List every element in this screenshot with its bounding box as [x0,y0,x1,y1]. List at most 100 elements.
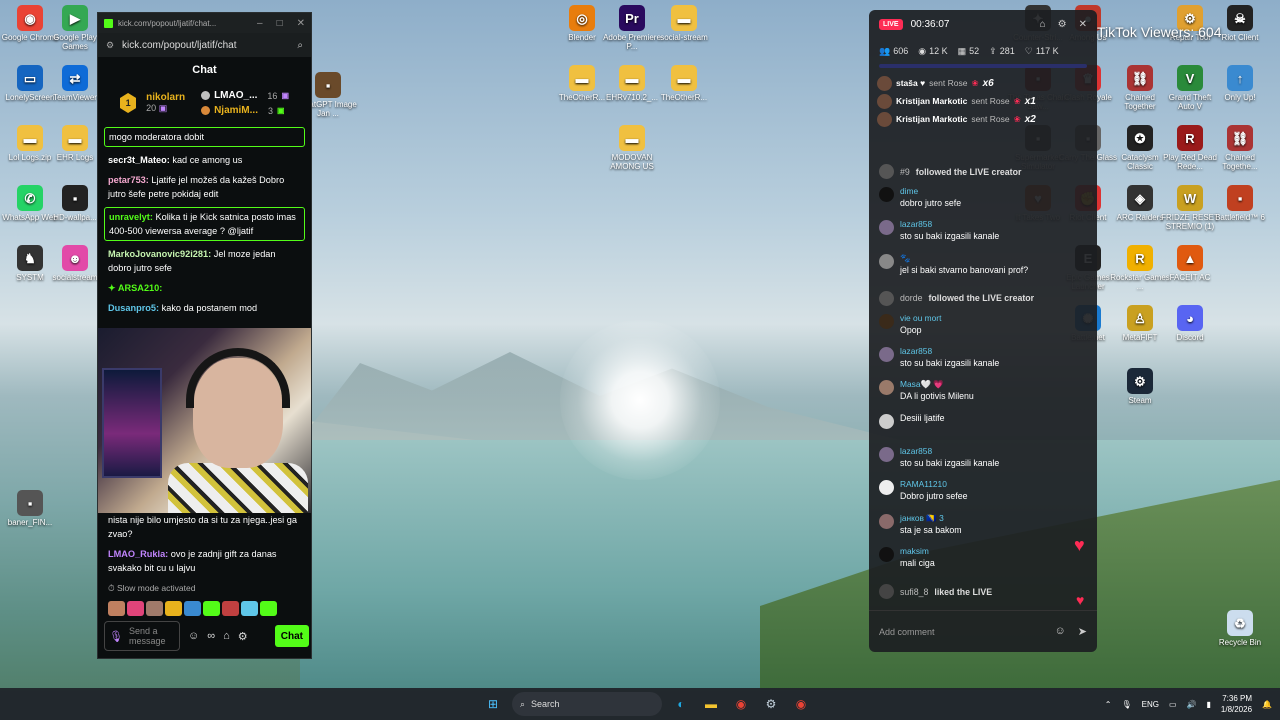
close-icon[interactable]: ✕ [1079,19,1087,30]
emoji-icon[interactable]: ☺ [1055,625,1066,638]
emote-icon[interactable] [260,601,277,616]
emote-icon[interactable] [108,601,125,616]
desktop-icon-right[interactable]: ◕ Discord [1160,305,1220,342]
chat-message[interactable]: petar753: Ljatife jel možeš da kažeš Dob… [108,173,301,201]
comment-user[interactable]: vie ou mort [900,312,941,324]
comment-bar[interactable]: Add comment ☺ ➤ [869,610,1097,652]
chat-input[interactable]: 🎙 Send a message [104,621,180,651]
site-info-icon[interactable]: ⚙ [106,40,116,51]
comment-user[interactable]: maksim [900,545,935,557]
system-event[interactable]: dorde followed the LIVE creator [879,285,1087,312]
event-user[interactable]: #9 [900,167,910,177]
minimize-icon[interactable]: – [257,18,263,29]
live-comment[interactable]: јанков 🇧🇦 3 sta je sa bakom [879,512,1087,545]
comment-user[interactable]: lazar858 [900,345,999,357]
mic-icon[interactable]: 🎙 [109,630,123,643]
chat-message[interactable]: mogo moderatora dobit [104,127,305,147]
chat-message[interactable]: nista nije bilo umjesto da si tu za njeg… [108,513,303,541]
live-comment[interactable]: RAMA11210 Dobro jutro sefee [879,478,1087,511]
live-comment[interactable]: maksim mali ciga [879,545,1087,578]
network-icon[interactable]: ▭ [1169,700,1177,709]
window-titlebar[interactable]: kick.com/popout/ljatif/chat... – □ ✕ [98,13,311,33]
desktop-icon-left[interactable]: ⇄ TeamViewer [45,65,105,102]
chat-message[interactable]: Dusanpro5: kako da postanem mod [108,301,301,315]
close-icon[interactable]: ✕ [297,18,305,29]
desktop-icon-right[interactable]: ▲ FACEIT AC [1160,245,1220,282]
desktop-icon-mid[interactable]: ▬ TheOtherR... [654,65,714,102]
comment-user[interactable]: јанков 🇧🇦 3 [900,512,962,524]
settings-icon[interactable]: ⚙ [238,630,248,643]
chat-message[interactable]: unravelyt: Kolika ti je Kick satnica pos… [104,207,305,241]
live-comment-feed[interactable]: #9 followed the LIVE creator dime dobro jut… [869,158,1097,605]
desktop-icon-mid[interactable]: Pr Adobe Premiere P... [602,5,662,51]
desktop-icon-left[interactable]: ▪ baner_FIN... [0,490,60,527]
comment-user[interactable]: RAMA11210 [900,478,967,490]
emote-icon[interactable] [165,601,182,616]
emote-icon[interactable] [146,601,163,616]
battery-icon[interactable]: ▮ [1206,700,1210,709]
chat-username[interactable]: LMAO_Rukla: [108,549,168,559]
chat-message[interactable]: secr3t_Mateo: kad ce among us [108,153,301,167]
system-event[interactable]: sufi8_8 liked the LIVE [879,578,1087,605]
live-comment[interactable]: Masa🤍 💗 DA li gotivis Milenu [879,378,1087,411]
chat-username[interactable]: ✦ ARSA210: [108,283,162,293]
tray-overflow-icon[interactable]: ⌃ [1105,700,1112,709]
chrome-profile-icon[interactable]: ◉ [790,693,812,715]
emote-icon[interactable] [222,601,239,616]
event-user[interactable]: sufi8_8 [900,587,928,597]
send-icon[interactable]: ➤ [1078,625,1087,638]
volume-icon[interactable]: 🔊 [1187,700,1197,709]
desktop-icon-mid[interactable]: ▬ MODOVAN AMONG US [602,125,662,171]
emote-icon[interactable] [184,601,201,616]
chat-message[interactable]: LMAO_Rukla: ovo je zadnji gift za danas … [108,547,303,575]
send-chat-button[interactable]: Chat [274,625,309,647]
mic-icon[interactable]: 🎙 [1121,700,1131,709]
comment-user[interactable]: dime [900,185,961,197]
chat-messages-lower[interactable]: nista nije bilo umjesto da si tu za njeg… [98,513,311,616]
comment-user[interactable]: 🐾 [900,252,1028,264]
chat-username[interactable]: petar753: [108,175,149,185]
emote-icon[interactable]: ☺ [188,630,199,642]
live-comment[interactable]: dime dobro jutro sefe [879,185,1087,218]
live-comment[interactable]: vie ou mort Opop [879,312,1087,345]
desktop-icon-right[interactable]: ⛓ Chained Togethe... [1210,125,1270,171]
url-text[interactable]: kick.com/popout/ljatif/chat [122,40,237,51]
chrome-icon[interactable]: ◉ [730,693,752,715]
start-icon[interactable]: ⊞ [482,693,504,715]
chat-username[interactable]: secr3t_Mateo: [108,155,170,165]
chat-username[interactable]: Dusanpro5: [108,303,159,313]
comment-user[interactable]: lazar858 [900,218,999,230]
chat-username[interactable]: MarkoJovanovic92i281: [108,249,211,259]
live-comment[interactable]: lazar858 sto su baki izgasili kanale [879,345,1087,378]
address-bar[interactable]: ⚙ kick.com/popout/ljatif/chat ⌕ [98,33,311,57]
zoom-icon[interactable]: ⌕ [297,40,303,51]
desktop-icon-mid[interactable]: ▬ social-stream [654,5,714,42]
edge-icon[interactable]: ◐ [670,693,692,715]
emote-icon[interactable] [203,601,220,616]
system-event[interactable]: #9 followed the LIVE creator [879,158,1087,185]
comment-user[interactable]: Masa🤍 💗 [900,378,974,390]
file-explorer-icon[interactable]: ▬ [700,693,722,715]
comment-input[interactable]: Add comment [879,627,935,637]
gear-icon[interactable]: ⚙ [1058,19,1067,30]
language-indicator[interactable]: ENG [1142,700,1159,709]
desktop-icon-right[interactable]: ♻ Recycle Bin [1210,610,1270,647]
chat-username[interactable]: unravelyt: [109,212,153,222]
comment-user[interactable]: lazar858 [900,445,999,457]
desktop-icon-left[interactable]: ▪ HD-wallpa... [45,185,105,222]
live-comment[interactable]: Desiii ljatife [879,412,1087,445]
desktop-icon-left[interactable]: ▬ EHR Logs [45,125,105,162]
desktop-icon-right[interactable]: ⚙ Steam [1110,368,1170,405]
emote-icon[interactable] [127,601,144,616]
tiktok-live-panel[interactable]: LIVE 00:36:07 ⌂ ⚙ ✕ 👥 606 ◉ 12 K ▦ 52 ⇪ 281 … [869,10,1097,652]
chat-input-row[interactable]: 🎙 Send a message ☺ ∞ ⌂ ⚙ Chat [104,620,309,652]
steam-icon[interactable]: ⚙ [760,693,782,715]
store-icon[interactable]: ⌂ [223,630,230,642]
maximize-icon[interactable]: □ [277,18,283,29]
emote-bar[interactable] [108,601,303,616]
desktop-icon-left[interactable]: ▶ Google Play Games [45,5,105,51]
live-comment[interactable]: lazar858 sto su baki izgasili kanale [879,445,1087,478]
live-comment[interactable]: 🐾 jel si baki stvarno banovani prof? [879,252,1087,285]
infinity-icon[interactable]: ∞ [207,630,215,642]
notification-icon[interactable]: 🔔 [1262,700,1272,709]
